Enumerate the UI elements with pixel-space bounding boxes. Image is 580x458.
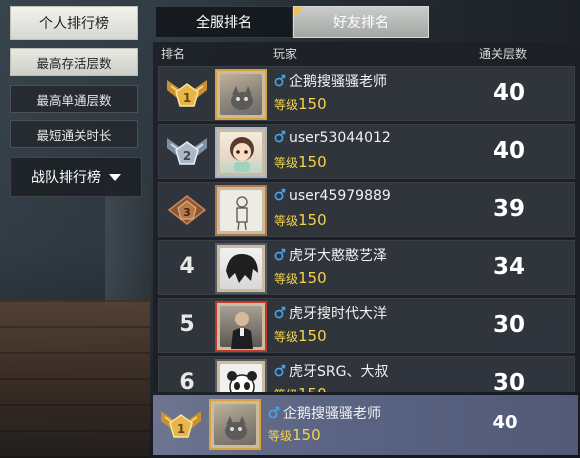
column-floors: 通关层数 [479, 47, 528, 61]
player-level: 等级150 [274, 385, 327, 392]
highest-survival-floors-button[interactable]: 最高存活层数 [10, 48, 138, 76]
player-level: 等级150 [268, 426, 321, 444]
level-label: 等级 [274, 272, 299, 286]
panda-portrait-icon [227, 371, 257, 392]
level-value: 150 [298, 153, 327, 171]
player-level: 等级150 [274, 211, 327, 229]
player-name-text: 企鹅搜骚骚老师 [283, 406, 381, 422]
rank-number: 4 [179, 254, 195, 279]
svg-text:3: 3 [183, 206, 191, 219]
player-name-text: 虎牙大憨憨艺泽 [289, 248, 387, 264]
table-row[interactable]: 3 user45979889 等级150 39 [158, 182, 575, 237]
level-value: 150 [298, 385, 327, 392]
bronze-rank-badge-icon: 3 [167, 195, 207, 225]
svg-text:1: 1 [177, 422, 185, 436]
tab-server-ranking[interactable]: 全服排名 [155, 6, 293, 38]
level-label: 等级 [274, 214, 299, 228]
ranking-panel: 全服排名 好友排名 排名 玩家 通关层数 1 企鹅搜骚骚老师 等级150 40 … [150, 0, 580, 458]
cat-portrait-icon [225, 416, 247, 440]
avatar[interactable] [215, 301, 267, 352]
avatar[interactable] [215, 185, 267, 236]
player-name: user45979889 [274, 187, 391, 204]
table-row[interactable]: 5 虎牙搜时代大洋 等级150 30 [158, 298, 575, 353]
table-row[interactable]: 1 企鹅搜骚骚老师 等级150 40 [158, 66, 575, 121]
player-name-text: user45979889 [289, 188, 391, 204]
level-label: 等级 [274, 98, 299, 112]
floors-value: 30 [492, 370, 525, 392]
left-menu: 个人排行榜 最高存活层数 最高单通层数 最短通关时长 战队排行榜 [0, 0, 150, 458]
player-name: 企鹅搜骚骚老师 [268, 403, 381, 423]
avatar[interactable] [215, 243, 267, 294]
floors-value: 40 [492, 412, 518, 433]
avatar[interactable] [215, 69, 267, 120]
male-gender-icon [274, 74, 286, 87]
gold-rank-badge-icon: 1 [167, 80, 207, 107]
player-name: 虎牙大憨憨艺泽 [274, 245, 387, 265]
shortest-clear-time-button[interactable]: 最短通关时长 [10, 120, 138, 148]
player-level: 等级150 [274, 269, 327, 287]
player-name-text: 企鹅搜骚骚老师 [289, 74, 387, 90]
column-rank: 排名 [161, 47, 186, 61]
rank-number: 5 [179, 312, 195, 337]
floors-value: 34 [492, 254, 525, 280]
man-in-suit-portrait-icon [231, 312, 253, 349]
floors-value: 39 [492, 196, 525, 222]
player-name: 企鹅搜骚骚老师 [274, 71, 387, 91]
player-name: 虎牙搜时代大洋 [274, 303, 387, 323]
team-ranking-dropdown[interactable]: 战队排行榜 [10, 157, 142, 197]
table-row[interactable]: 2 user53044012 等级150 40 [158, 124, 575, 179]
player-name-text: user53044012 [289, 130, 391, 146]
level-label: 等级 [274, 330, 299, 344]
male-gender-icon [268, 406, 280, 419]
table-row[interactable]: 6 虎牙SRG、大叔 等级150 30 [158, 356, 575, 392]
player-name-text: 虎牙SRG、大叔 [289, 364, 389, 380]
player-level: 等级150 [274, 327, 327, 345]
player-name: 虎牙SRG、大叔 [274, 361, 388, 381]
dark-hair-portrait-icon [226, 253, 258, 283]
floors-value: 40 [492, 80, 525, 106]
my-rank-row[interactable]: 1 企鹅搜骚骚老师 等级150 40 [153, 395, 578, 455]
svg-text:1: 1 [183, 91, 191, 105]
floors-value: 40 [492, 138, 525, 164]
tab-friend-ranking[interactable]: 好友排名 [293, 6, 429, 38]
table-row[interactable]: 4 虎牙大憨憨艺泽 等级150 34 [158, 240, 575, 295]
male-gender-icon [274, 306, 286, 319]
gold-rank-badge-icon: 1 [161, 411, 201, 438]
avatar[interactable] [215, 359, 267, 392]
chevron-down-icon [109, 173, 121, 181]
level-value: 150 [298, 95, 327, 113]
male-gender-icon [274, 130, 286, 143]
player-level: 等级150 [274, 95, 327, 113]
floors-value: 30 [492, 312, 525, 338]
player-level: 等级150 [274, 153, 327, 171]
ranking-tabs: 全服排名 好友排名 [155, 6, 429, 38]
level-value: 150 [298, 269, 327, 287]
highest-single-clear-floors-button[interactable]: 最高单通层数 [10, 85, 138, 113]
level-value: 150 [298, 327, 327, 345]
male-gender-icon [274, 188, 286, 201]
avatar[interactable] [209, 399, 261, 450]
list-header: 排名 玩家 通关层数 [153, 42, 580, 64]
male-gender-icon [274, 248, 286, 261]
player-name: user53044012 [274, 129, 391, 146]
male-gender-icon [274, 364, 286, 377]
level-label: 等级 [268, 429, 293, 443]
player-name-text: 虎牙搜时代大洋 [289, 306, 387, 322]
personal-ranking-button[interactable]: 个人排行榜 [10, 6, 138, 40]
girl-portrait-icon [230, 137, 254, 172]
level-value: 150 [292, 426, 321, 444]
sketch-figure-icon [236, 196, 248, 231]
level-label: 等级 [274, 156, 299, 170]
avatar[interactable] [215, 127, 267, 178]
svg-text:2: 2 [183, 149, 191, 163]
silver-rank-badge-icon: 2 [167, 138, 207, 165]
ranking-list[interactable]: 排名 玩家 通关层数 1 企鹅搜骚骚老师 等级150 40 2 user5304… [153, 42, 580, 392]
team-ranking-label: 战队排行榜 [31, 170, 101, 186]
level-value: 150 [298, 211, 327, 229]
column-player: 玩家 [273, 47, 298, 61]
rank-number: 6 [179, 370, 195, 392]
cat-portrait-icon [231, 86, 253, 110]
level-label: 等级 [274, 388, 298, 392]
